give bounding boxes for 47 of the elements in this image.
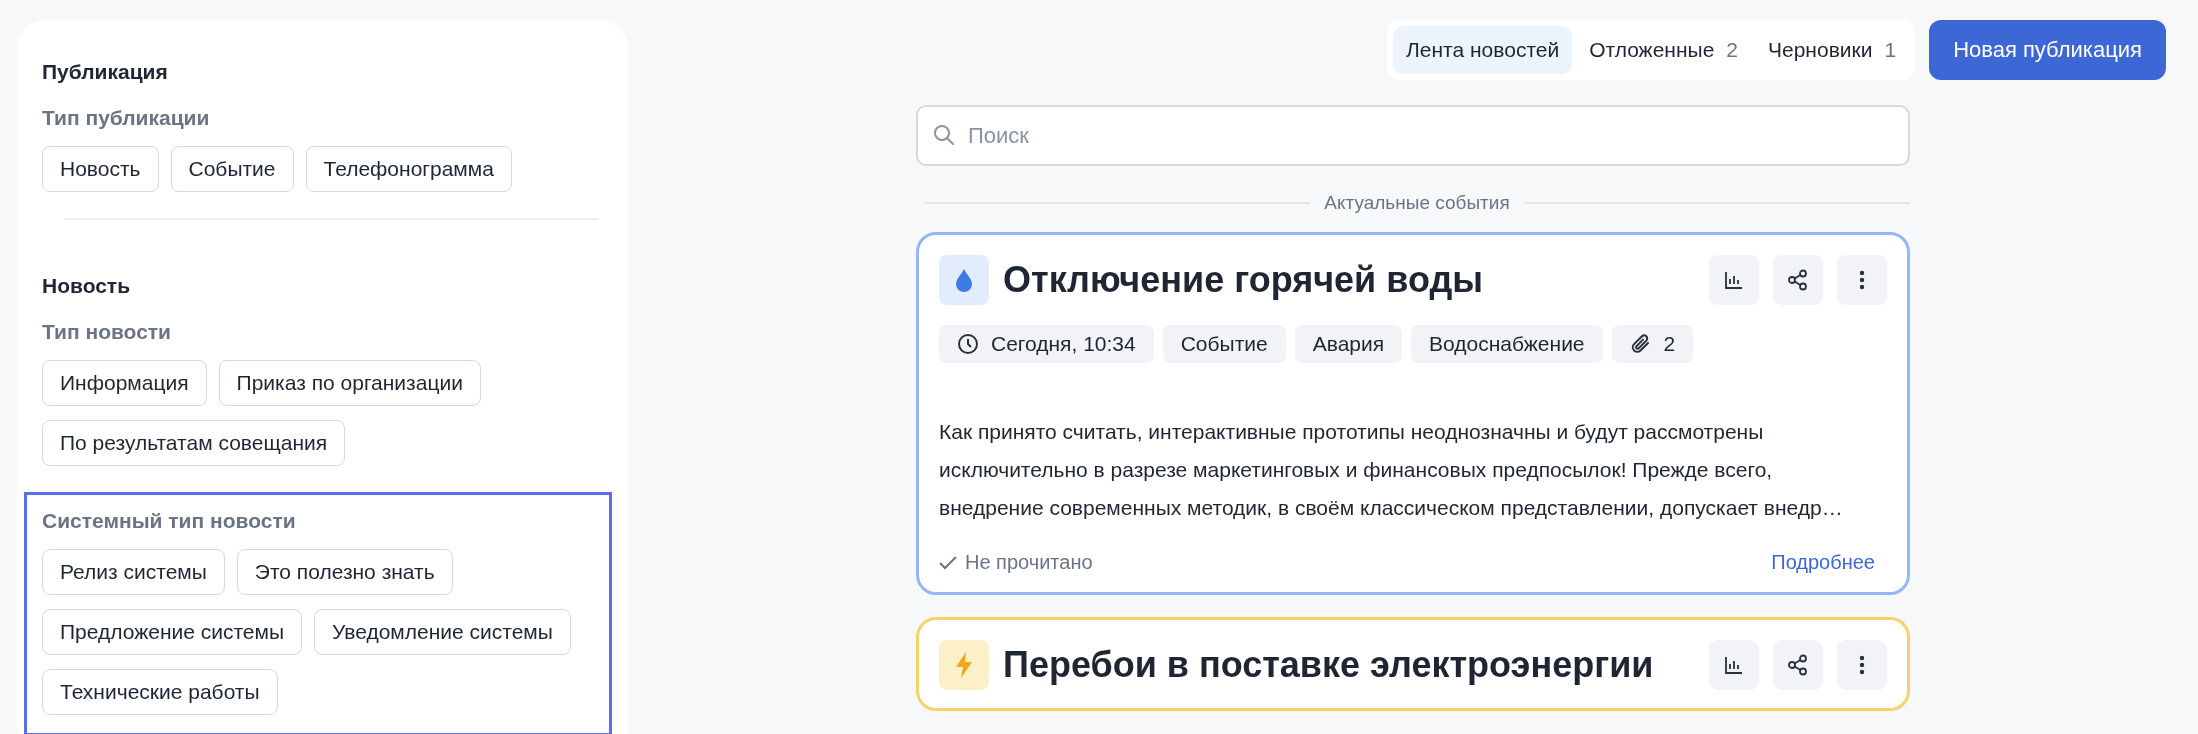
filter-chip[interactable]: Предложение системы bbox=[42, 609, 303, 655]
share-button[interactable] bbox=[1773, 640, 1823, 690]
share-icon bbox=[1787, 269, 1809, 291]
tab[interactable]: Черновики 1 bbox=[1755, 26, 1910, 74]
drop-icon bbox=[955, 268, 973, 292]
filter-chip[interactable]: Это полезно знать bbox=[236, 549, 453, 595]
lightning-icon bbox=[954, 651, 974, 679]
filter-chip[interactable]: Релиз системы bbox=[42, 549, 225, 595]
stats-button[interactable] bbox=[1709, 255, 1759, 305]
stats-button[interactable] bbox=[1709, 640, 1759, 690]
card-title: Отключение горячей воды bbox=[1003, 259, 1484, 301]
clock-icon bbox=[957, 333, 979, 355]
filter-chip[interactable]: Приказ по организации bbox=[218, 360, 481, 406]
group-label: Тип публикации bbox=[42, 106, 211, 130]
group-label: Системный тип новости bbox=[42, 509, 297, 533]
read-status: Не прочитано bbox=[939, 551, 1093, 574]
filter-chip[interactable]: Телефонограмма bbox=[305, 146, 512, 192]
new-publication-button[interactable]: Новая публикация bbox=[1929, 20, 2166, 80]
section-title: Новость bbox=[42, 273, 132, 298]
more-icon bbox=[1859, 270, 1865, 290]
filter-chip[interactable]: Технические работы bbox=[42, 669, 278, 715]
tag: Событие bbox=[1162, 325, 1286, 363]
filter-chip[interactable]: Новость bbox=[42, 146, 159, 192]
tag: Авария bbox=[1294, 325, 1403, 363]
search-field[interactable]: Поиск bbox=[916, 105, 1910, 166]
tag: Водоснабжение bbox=[1411, 325, 1603, 363]
bar-chart-icon bbox=[1724, 270, 1744, 290]
card-text: Как принято считать, интерактивные прототипы неоднозначны и будут рассмотрены исключительно в разрезе маркетинговых и финансовых предпосылок! Прежде всего, внедрение современных методик, в своём классическом представлении, допускает внедр… bbox=[939, 419, 1844, 521]
attachments-tag: 2 bbox=[1611, 325, 1694, 363]
filter-chip[interactable]: Событие bbox=[170, 146, 294, 192]
tab[interactable]: Отложенные 2 bbox=[1576, 26, 1751, 74]
section-title: Публикация bbox=[42, 59, 169, 84]
time-tag: Сегодня, 10:34 bbox=[939, 325, 1154, 363]
paperclip-icon bbox=[1629, 333, 1652, 355]
more-icon bbox=[1859, 655, 1865, 675]
share-icon bbox=[1787, 654, 1809, 676]
tab[interactable]: Лента новостей bbox=[1393, 26, 1573, 74]
more-link[interactable]: Подробнее bbox=[1771, 551, 1875, 574]
filter-chip[interactable]: Уведомление системы bbox=[314, 609, 571, 655]
group-label: Тип новости bbox=[42, 320, 173, 344]
filter-chip[interactable]: По результатам совещания bbox=[42, 420, 346, 466]
share-button[interactable] bbox=[1773, 255, 1823, 305]
card-title: Перебои в поставке электроэнергии bbox=[1003, 644, 1655, 686]
divider-label: Актуальные события bbox=[1324, 192, 1510, 214]
bar-chart-icon bbox=[1724, 655, 1744, 675]
check-icon bbox=[939, 555, 957, 570]
filter-chip[interactable]: Информация bbox=[42, 360, 207, 406]
